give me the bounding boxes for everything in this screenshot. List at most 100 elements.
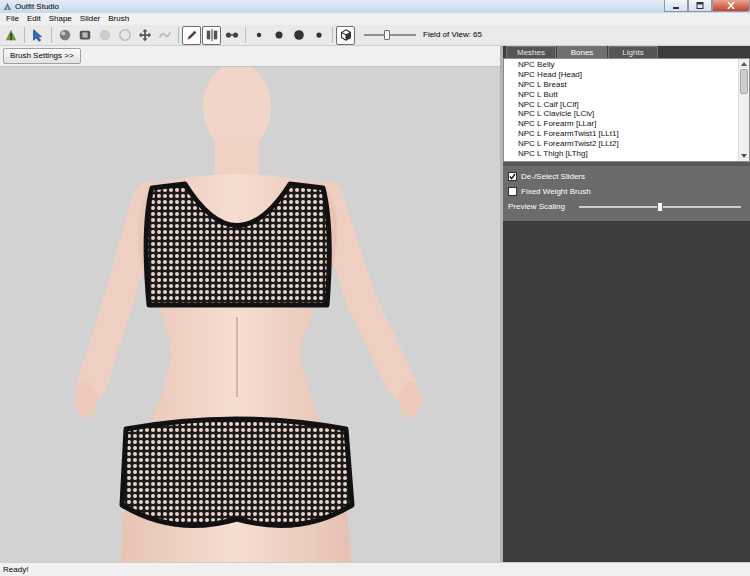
menu-item[interactable]: Brush bbox=[104, 13, 133, 25]
checkbox-row[interactable]: De-/Select Sliders bbox=[508, 169, 745, 184]
bone-item[interactable]: NPC L Calf [LClf] bbox=[518, 100, 738, 110]
status-text: Ready! bbox=[3, 565, 28, 574]
smooth-icon bbox=[158, 28, 172, 42]
tool-button[interactable] bbox=[55, 26, 74, 45]
scrollbar[interactable] bbox=[738, 59, 749, 161]
panel-tab[interactable]: Lights bbox=[608, 46, 658, 58]
toolbar: Field of View: 65 bbox=[0, 25, 750, 46]
outfit-icon bbox=[4, 28, 18, 42]
tab-label: Meshes bbox=[517, 48, 545, 57]
empty-panel bbox=[503, 221, 750, 562]
tool-button[interactable] bbox=[182, 26, 201, 45]
slider-thumb[interactable] bbox=[657, 202, 663, 212]
bone-list-frame: NPC BellyNPC Head [Head]NPC L BreastNPC … bbox=[503, 58, 750, 162]
toolbar-separator bbox=[178, 27, 179, 43]
fov-slider[interactable] bbox=[364, 29, 416, 41]
close-icon bbox=[727, 2, 735, 9]
tool-button[interactable] bbox=[309, 26, 328, 45]
bone-item[interactable]: NPC L Breast bbox=[518, 80, 738, 90]
tab-label: Bones bbox=[571, 48, 594, 57]
options-panel: De-/Select Sliders Fixed Weight Brush Prev… bbox=[503, 166, 750, 221]
bone-item[interactable]: NPC L Clavicle [LClv] bbox=[518, 109, 738, 119]
bone-item[interactable]: NPC Belly bbox=[518, 60, 738, 70]
tab-bar: Meshes Bones Lights bbox=[503, 46, 750, 58]
weight-brush-icon bbox=[185, 28, 199, 42]
wireframe-icon bbox=[339, 28, 353, 42]
minimize-button[interactable] bbox=[664, 0, 688, 12]
app-window: Outfit Studio FileEditShapeSliderBrush F… bbox=[0, 0, 750, 576]
bone-item[interactable]: NPC L ForearmTwist1 [LLt1] bbox=[518, 129, 738, 139]
status-bar: Ready! bbox=[0, 562, 750, 576]
side-panel: Meshes Bones Lights NPC BellyNPC Head [Hea… bbox=[503, 46, 750, 562]
tool-button[interactable] bbox=[202, 26, 221, 45]
tool-button[interactable] bbox=[269, 26, 288, 45]
brush-size-large-icon bbox=[292, 28, 306, 42]
check-icon bbox=[509, 173, 516, 180]
checkbox[interactable] bbox=[508, 187, 517, 196]
menu-item[interactable]: File bbox=[2, 13, 23, 25]
tool-button[interactable] bbox=[135, 26, 154, 45]
panel-tab[interactable]: Meshes bbox=[506, 46, 556, 58]
window-controls bbox=[664, 0, 750, 12]
toolbar-separator bbox=[24, 27, 25, 43]
move-icon bbox=[138, 28, 152, 42]
toolbar-separator bbox=[245, 27, 246, 43]
checkbox[interactable] bbox=[508, 172, 517, 181]
scroll-down-icon[interactable] bbox=[739, 151, 749, 161]
bone-item[interactable]: NPC Head [Head] bbox=[518, 70, 738, 80]
brush-size-small-icon bbox=[312, 28, 326, 42]
bone-item[interactable]: NPC L Forearm [LLar] bbox=[518, 119, 738, 129]
maximize-icon bbox=[696, 2, 704, 9]
brush-settings-button[interactable]: Brush Settings >> bbox=[3, 48, 81, 64]
menu-item[interactable]: Edit bbox=[23, 13, 45, 25]
toolbar-separator bbox=[51, 27, 52, 43]
bone-item[interactable]: NPC L Butt bbox=[518, 90, 738, 100]
bone-list[interactable]: NPC BellyNPC Head [Head]NPC L BreastNPC … bbox=[504, 59, 738, 161]
scroll-up-icon[interactable] bbox=[739, 59, 749, 69]
menu-item[interactable]: Slider bbox=[76, 13, 104, 25]
bone-item[interactable]: NPC L Thigh [LThg] bbox=[518, 149, 738, 159]
bone-item[interactable]: NPC L ForearmTwist2 [LLt2] bbox=[518, 139, 738, 149]
model-preview[interactable] bbox=[0, 67, 500, 562]
connected-icon bbox=[225, 28, 239, 42]
deflate-icon bbox=[118, 28, 132, 42]
title-bar: Outfit Studio bbox=[0, 0, 750, 13]
mask-brush-icon bbox=[78, 28, 92, 42]
tool-button[interactable] bbox=[75, 26, 94, 45]
menu-item[interactable]: Shape bbox=[45, 13, 76, 25]
preview-scaling-slider[interactable] bbox=[579, 201, 741, 213]
tool-button[interactable] bbox=[249, 26, 268, 45]
standard-brush-icon bbox=[58, 28, 72, 42]
checkbox-row[interactable]: Fixed Weight Brush bbox=[508, 184, 745, 199]
select-icon bbox=[31, 28, 45, 42]
brush-size-medium-icon bbox=[272, 28, 286, 42]
tool-button[interactable] bbox=[115, 26, 134, 45]
checkbox-label: De-/Select Sliders bbox=[521, 172, 585, 182]
tool-button[interactable] bbox=[336, 26, 355, 45]
viewport-panel: Brush Settings >> bbox=[0, 46, 500, 562]
tool-button[interactable] bbox=[95, 26, 114, 45]
viewport[interactable] bbox=[0, 67, 500, 562]
toolbar-separator bbox=[332, 27, 333, 43]
scroll-track[interactable] bbox=[739, 69, 749, 151]
tool-button[interactable] bbox=[289, 26, 308, 45]
window-title: Outfit Studio bbox=[15, 1, 59, 13]
tool-button[interactable] bbox=[28, 26, 47, 45]
maximize-button[interactable] bbox=[688, 0, 712, 12]
brush-settings-bar: Brush Settings >> bbox=[0, 46, 500, 67]
tab-label: Lights bbox=[622, 48, 643, 57]
brush-size-small-icon bbox=[252, 28, 266, 42]
tool-button[interactable] bbox=[155, 26, 174, 45]
tool-button[interactable] bbox=[222, 26, 241, 45]
mirror-icon bbox=[205, 28, 219, 42]
slider-row[interactable]: Preview Scaling bbox=[508, 199, 745, 214]
slider-label: Preview Scaling bbox=[508, 202, 565, 212]
menu-bar: FileEditShapeSliderBrush bbox=[0, 13, 750, 25]
close-button[interactable] bbox=[712, 0, 750, 12]
inflate-icon bbox=[98, 28, 112, 42]
fov-slider-thumb[interactable] bbox=[384, 30, 390, 40]
panel-tab[interactable]: Bones bbox=[557, 46, 607, 58]
scroll-thumb[interactable] bbox=[740, 69, 748, 94]
tool-button[interactable] bbox=[1, 26, 20, 45]
minimize-icon bbox=[672, 2, 680, 9]
